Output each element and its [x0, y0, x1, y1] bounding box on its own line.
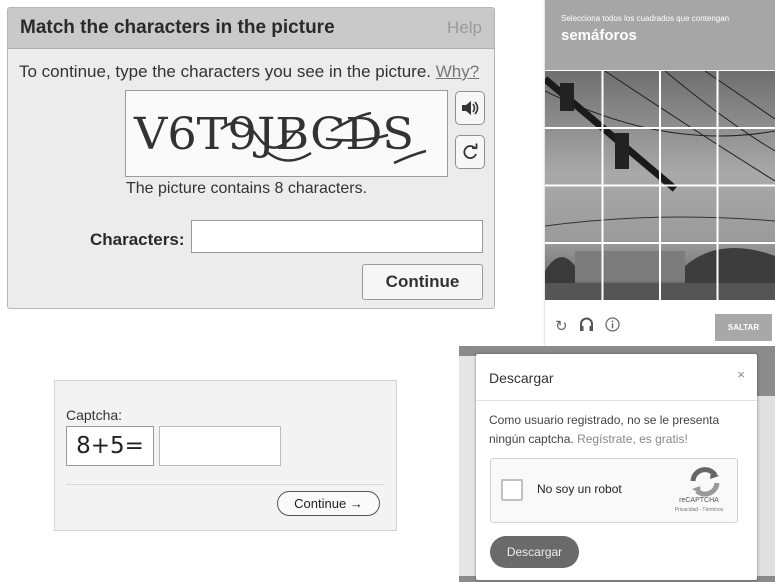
modal-title: Descargar [489, 370, 554, 386]
recaptcha-brand: reCAPTCHA [679, 497, 719, 504]
download-dialog-screen: Descargar × Como usuario registrado, no … [459, 346, 775, 582]
captcha-image: V6T9JBCDS [125, 90, 448, 177]
match-characters-panel: Match the characters in the picture Help… [7, 7, 495, 309]
refresh-button[interactable] [455, 135, 485, 169]
divider [66, 484, 384, 485]
distorted-characters: V6T9JBCDS [133, 109, 427, 165]
math-captcha-panel: Captcha: 8+5= Continue → [54, 380, 397, 531]
challenge-footer: ↻ SALTAR [545, 305, 775, 346]
challenge-instruction: Selecciona todos los cuadrados que conte… [561, 14, 730, 23]
speaker-icon [462, 101, 479, 115]
recaptcha-logo-icon [690, 467, 720, 497]
download-modal: Descargar × Como usuario registrado, no … [476, 354, 757, 580]
characters-input[interactable] [191, 220, 483, 253]
download-button[interactable]: Descargar [490, 536, 579, 568]
checkbox-label: No soy un robot [537, 482, 622, 496]
modal-message: Como usuario registrado, no se le presen… [489, 411, 747, 449]
captcha-answer-input[interactable] [159, 426, 281, 466]
recaptcha-links[interactable]: Privacidad - Términos [663, 507, 735, 513]
math-equation: 8+5= [66, 426, 154, 466]
instruction-text: To continue, type the characters you see… [19, 62, 479, 82]
reload-icon[interactable]: ↻ [555, 317, 568, 335]
audio-button[interactable] [455, 91, 485, 125]
building [575, 251, 685, 281]
instruction-label: To continue, type the characters you see… [19, 62, 432, 81]
panel-title: Match the characters in the picture [20, 17, 335, 38]
recaptcha-image-challenge: Selecciona todos los cuadrados que conte… [545, 0, 775, 346]
challenge-target: semáforos [561, 27, 637, 44]
continue-button[interactable]: Continue [362, 264, 483, 300]
background-page [755, 396, 775, 576]
skip-button[interactable]: SALTAR [715, 314, 772, 341]
divider [476, 400, 757, 401]
traffic-light [615, 133, 629, 169]
panel-header: Match the characters in the picture Help [8, 8, 494, 49]
info-icon[interactable] [605, 317, 620, 336]
help-link[interactable]: Help [447, 18, 482, 38]
traffic-light [560, 83, 574, 111]
headphones-icon[interactable] [579, 317, 594, 336]
captcha-label: Captcha: [66, 407, 123, 423]
why-link[interactable]: Why? [436, 62, 479, 81]
not-robot-checkbox[interactable] [501, 479, 523, 501]
characters-label: Characters: [90, 230, 185, 249]
recaptcha-widget: No soy un robot reCAPTCHA Privacidad - T… [490, 458, 738, 523]
register-link[interactable]: Regístrate, es gratis! [577, 432, 688, 446]
captcha-text: V6T9JBCDS [133, 109, 414, 160]
image-grid[interactable] [545, 71, 775, 300]
picture-info-text: The picture contains 8 characters. [126, 180, 368, 197]
continue-button[interactable]: Continue → [277, 491, 380, 516]
close-icon[interactable]: × [737, 367, 745, 382]
challenge-header: Selecciona todos los cuadrados que conte… [545, 0, 775, 70]
refresh-icon [463, 143, 478, 159]
